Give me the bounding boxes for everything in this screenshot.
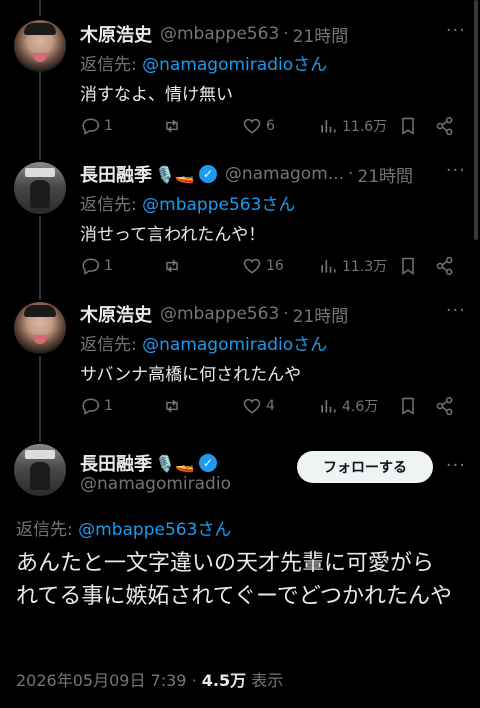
main-tweet-header: 長田融季 🎙️🚤 ✓ <box>80 450 217 476</box>
share-button[interactable] <box>435 116 455 136</box>
display-name[interactable]: 木原浩史 <box>80 301 152 327</box>
share-icon <box>436 396 453 416</box>
verified-badge-icon: ✓ <box>198 165 217 183</box>
reply-to: 返信先: @mbappe563さん <box>16 520 232 540</box>
reply-icon <box>82 398 100 415</box>
reply-to-link[interactable]: @namagomiradioさん <box>142 335 327 355</box>
thread-line <box>39 356 41 442</box>
tweet-meta: 2026年05月09日 7:39 · 4.5万 表示 <box>16 671 284 690</box>
more-options-icon[interactable]: ··· <box>446 455 466 476</box>
thread-line <box>39 0 41 16</box>
tweet-actions: 1 6 11.6万 <box>80 116 466 138</box>
reply-to: 返信先: @namagomiradioさん <box>80 55 328 75</box>
user-handle[interactable]: @namagomiradio <box>80 474 231 494</box>
thread-line <box>39 216 41 300</box>
bookmark-icon <box>402 397 414 415</box>
like-count: 4 <box>266 398 275 414</box>
reply-to: 返信先: @mbappe563さん <box>80 195 296 215</box>
timestamp[interactable]: 21時間 <box>357 162 413 187</box>
reply-to-link[interactable]: @mbappe563さん <box>78 520 231 540</box>
display-name[interactable]: 長田融季 <box>80 161 152 187</box>
share-icon <box>436 116 453 136</box>
name-badges: 🎙️🚤 <box>155 453 195 473</box>
more-options-icon[interactable]: ··· <box>446 160 466 181</box>
view-count[interactable]: 4.5万 <box>202 671 246 690</box>
more-options-icon[interactable]: ··· <box>446 20 466 41</box>
share-button[interactable] <box>435 256 455 276</box>
main-tweet-text: あんたと一文字違いの天才先輩に可愛がられてる事に嫉妬されてぐーでどつかれたんや <box>16 551 453 609</box>
like-count: 6 <box>266 118 275 134</box>
timestamp[interactable]: 21時間 <box>293 22 349 47</box>
avatar[interactable] <box>14 20 66 72</box>
tweet-header: 長田融季 🎙️🚤 ✓ @namagom... · 21時間 <box>80 161 413 187</box>
display-name[interactable]: 長田融季 <box>80 450 152 476</box>
views-chart-icon <box>321 120 336 133</box>
name-badges: 🎙️🚤 <box>155 164 195 184</box>
view-count: 11.6万 <box>342 119 388 135</box>
views-button[interactable]: 11.3万 <box>318 256 387 276</box>
share-button[interactable] <box>435 396 455 416</box>
views-button[interactable]: 4.6万 <box>318 396 378 416</box>
heart-icon <box>243 118 261 134</box>
reply-to-link[interactable]: @mbappe563さん <box>142 195 295 215</box>
reply-button[interactable]: 1 <box>80 396 113 416</box>
user-handle[interactable]: @namagom... <box>225 164 344 184</box>
tweet-text: 消すなよ、情け無い <box>80 85 233 105</box>
post-date[interactable]: 2026年05月09日 7:39 <box>16 671 186 690</box>
retweet-button[interactable] <box>162 116 186 136</box>
user-handle[interactable]: @mbappe563 <box>160 304 279 324</box>
bookmark-icon <box>402 117 414 135</box>
avatar[interactable] <box>14 302 66 354</box>
verified-badge-icon: ✓ <box>198 454 217 472</box>
user-handle[interactable]: @mbappe563 <box>160 24 279 44</box>
like-button[interactable]: 4 <box>242 396 275 416</box>
tweet-text: サバンナ高橋に何されたんや <box>80 365 302 385</box>
reply-to-link[interactable]: @namagomiradioさん <box>142 55 327 75</box>
reply-icon <box>82 258 100 275</box>
heart-icon <box>243 258 261 274</box>
view-count: 4.6万 <box>342 399 379 415</box>
views-chart-icon <box>321 260 336 273</box>
bookmark-icon <box>402 257 414 275</box>
views-label: 表示 <box>251 671 284 690</box>
more-options-icon[interactable]: ··· <box>446 300 466 321</box>
tweet-actions: 1 16 11.3万 <box>80 256 466 278</box>
reply-count: 1 <box>104 398 113 414</box>
reply-button[interactable]: 1 <box>80 116 113 136</box>
reply-count: 1 <box>104 118 113 134</box>
timestamp[interactable]: 21時間 <box>293 302 349 327</box>
thread-line <box>39 72 41 160</box>
reply-count: 1 <box>104 258 113 274</box>
views-chart-icon <box>321 400 336 413</box>
retweet-icon <box>166 259 178 273</box>
tweet-header: 木原浩史 @mbappe563 · 21時間 <box>80 301 348 327</box>
views-button[interactable]: 11.6万 <box>318 116 387 136</box>
like-button[interactable]: 6 <box>242 116 275 136</box>
retweet-button[interactable] <box>162 256 186 276</box>
share-icon <box>436 256 453 276</box>
follow-button[interactable]: フォローする <box>297 451 433 483</box>
retweet-icon <box>166 119 178 133</box>
bookmark-button[interactable] <box>398 396 418 416</box>
heart-icon <box>243 398 261 414</box>
reply-button[interactable]: 1 <box>80 256 113 276</box>
bookmark-button[interactable] <box>398 116 418 136</box>
retweet-icon <box>166 399 178 413</box>
scrollbar[interactable] <box>474 0 478 240</box>
tweet-header: 木原浩史 @mbappe563 · 21時間 <box>80 21 348 47</box>
reply-icon <box>82 118 100 135</box>
avatar[interactable] <box>14 162 66 214</box>
like-count: 16 <box>266 258 284 274</box>
display-name[interactable]: 木原浩史 <box>80 21 152 47</box>
reply-to: 返信先: @namagomiradioさん <box>80 335 328 355</box>
view-count: 11.3万 <box>342 259 388 275</box>
bookmark-button[interactable] <box>398 256 418 276</box>
tweet-text: 消せって言われたんや！ <box>80 225 266 245</box>
like-button[interactable]: 16 <box>242 256 284 276</box>
tweet-actions: 1 4 4.6万 <box>80 396 466 418</box>
avatar[interactable] <box>14 444 66 496</box>
retweet-button[interactable] <box>162 396 186 416</box>
